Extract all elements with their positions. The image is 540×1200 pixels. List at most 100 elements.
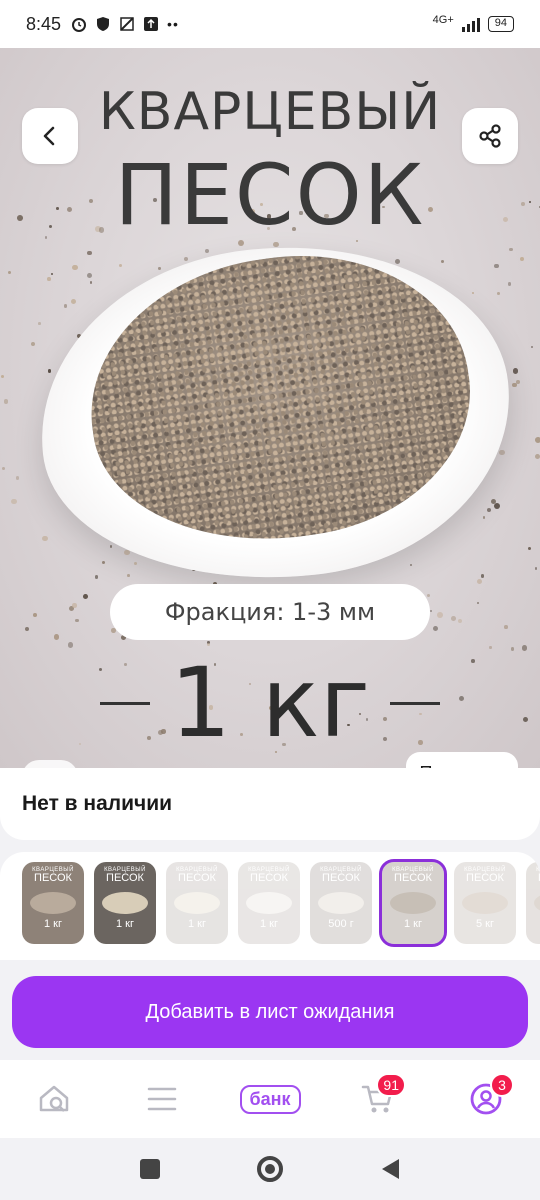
variant-name: ПЕСОК xyxy=(250,872,288,884)
home-button[interactable] xyxy=(250,1149,290,1189)
chevron-left-icon xyxy=(43,126,55,146)
menu-icon xyxy=(147,1087,177,1111)
sand-speck xyxy=(440,260,445,264)
divider xyxy=(390,701,440,705)
variant-thumbnail[interactable]: КВАРЦЕВЫЙПЕСОК1 кг xyxy=(379,859,447,947)
sand-speck xyxy=(436,612,443,618)
variant-weight: 1 кг xyxy=(116,918,134,930)
sand-speck xyxy=(490,498,496,504)
sand-speck xyxy=(535,437,540,443)
sand-speck xyxy=(480,574,485,578)
share-button[interactable] xyxy=(462,108,518,164)
variant-sand-image xyxy=(174,892,220,914)
sand-speck xyxy=(158,267,161,270)
sand-speck xyxy=(509,248,513,252)
sand-speck xyxy=(47,277,51,281)
add-to-waitlist-button[interactable]: Добавить в лист ожидания xyxy=(12,976,528,1048)
profile-count-badge: 3 xyxy=(490,1073,514,1097)
variant-thumbnail[interactable]: КВАРЦЕВЫЙПЕСОК1 кг xyxy=(526,862,540,944)
sand-speck xyxy=(499,449,505,456)
share-icon xyxy=(479,124,501,148)
sand-speck xyxy=(71,299,77,305)
variant-name: ПЕСОК xyxy=(178,872,216,884)
variant-thumbnail[interactable]: КВАРЦЕВЫЙ ПЕСОК 5 кг xyxy=(454,862,516,944)
variant-selector: КВАРЦЕВЫЙ ПЕСОК 1 кг КВАРЦЕВЫЙ ПЕСОК 1 кг КВАР… xyxy=(0,852,540,960)
product-image[interactable]: КВАРЦЕВЫЙ ПЕСОК Фракция: 1-3 мм 1 кг 1 /… xyxy=(0,48,540,768)
variant-weight: 1 кг xyxy=(44,918,62,930)
sand-speck xyxy=(38,322,42,325)
nav-cart[interactable]: 91 xyxy=(348,1069,408,1129)
sand-speck xyxy=(534,453,540,459)
sand-speck xyxy=(32,613,37,618)
sand-speck xyxy=(426,594,430,598)
sand-speck xyxy=(494,263,500,269)
sand-speck xyxy=(42,535,48,542)
product-image-subtitle: ПЕСОК xyxy=(114,146,426,244)
status-right: 4G+ 94 xyxy=(433,14,514,32)
sand-speck xyxy=(394,258,400,264)
sand-speck xyxy=(118,264,123,268)
sand-speck xyxy=(134,561,138,565)
add-to-waitlist-label: Добавить в лист ожидания xyxy=(145,1000,395,1023)
recent-apps-button[interactable] xyxy=(130,1149,170,1189)
sand-speck xyxy=(207,642,211,646)
variant-name: ПЕСОК xyxy=(322,872,360,884)
sand-speck xyxy=(497,291,500,295)
nav-catalog[interactable] xyxy=(132,1069,192,1129)
variant-thumbnail[interactable]: КВАРЦЕВЫЙПЕСОК1 кг xyxy=(166,862,228,944)
sand-speck xyxy=(534,566,538,570)
sand-speck xyxy=(15,476,20,481)
more-dots-icon: •• xyxy=(167,16,179,32)
sand-speck xyxy=(11,498,17,505)
triangle-back-icon xyxy=(382,1159,399,1179)
variant-thumbnail[interactable]: КВАРЦЕВЫЙ ПЕСОК 500 г xyxy=(310,862,372,944)
variant-thumbnail[interactable]: КВАРЦЕВЫЙПЕСОК1 кг xyxy=(94,862,156,944)
sand-speck xyxy=(1,466,6,470)
sand-speck xyxy=(87,251,92,256)
no-signal-icon xyxy=(120,17,134,31)
sand-speck xyxy=(519,256,524,261)
home-search-icon xyxy=(39,1085,69,1112)
sand-speck xyxy=(47,368,52,373)
fraction-label: Фракция: 1-3 мм xyxy=(110,584,430,640)
variant-weight: 500 г xyxy=(328,918,354,930)
sand-speck xyxy=(508,282,512,286)
similar-button[interactable]: Похожие › xyxy=(405,752,518,768)
nav-home[interactable] xyxy=(24,1069,84,1129)
image-counter: 1 / 7 xyxy=(22,760,79,768)
variant-weight: 1 кг xyxy=(260,918,278,930)
nav-bank[interactable]: банк xyxy=(239,1069,301,1129)
variant-name: ПЕСОК xyxy=(106,872,144,884)
weight-text: 1 кг xyxy=(169,647,370,759)
square-icon xyxy=(140,1159,160,1179)
variant-sand-image xyxy=(30,892,76,914)
back-nav-button[interactable] xyxy=(370,1149,410,1189)
sand-speck xyxy=(83,593,89,599)
variant-sand-image xyxy=(246,892,292,914)
back-button[interactable] xyxy=(22,108,78,164)
bank-label: банк xyxy=(239,1084,301,1114)
sand-speck xyxy=(7,270,12,275)
nav-profile[interactable]: 3 xyxy=(456,1069,516,1129)
sand-speck xyxy=(30,341,35,346)
bottom-nav: банк 91 3 xyxy=(0,1060,540,1138)
status-time: 8:45 xyxy=(26,13,62,34)
sand-speck xyxy=(531,346,534,349)
variant-sand-image xyxy=(534,892,540,914)
variant-thumbnail[interactable]: КВАРЦЕВЫЙПЕСОК1 кг xyxy=(22,862,84,944)
sand-speck xyxy=(0,374,5,379)
availability-status: Нет в наличии xyxy=(0,768,540,840)
variant-sand-image xyxy=(318,892,364,914)
sand-speck xyxy=(94,575,98,579)
sand-speck xyxy=(205,248,210,253)
sand-speck xyxy=(528,546,532,550)
variant-name: ПЕСОК xyxy=(466,872,504,884)
weight-label: 1 кг xyxy=(0,647,540,759)
sand-speck xyxy=(89,281,93,284)
sand-speck xyxy=(72,264,78,271)
sand-speck xyxy=(50,272,53,275)
circle-icon xyxy=(257,1156,283,1182)
sand-speck xyxy=(493,503,500,510)
variant-thumbnail[interactable]: КВАРЦЕВЫЙПЕСОК1 кг xyxy=(238,862,300,944)
sand-speck xyxy=(512,382,517,388)
